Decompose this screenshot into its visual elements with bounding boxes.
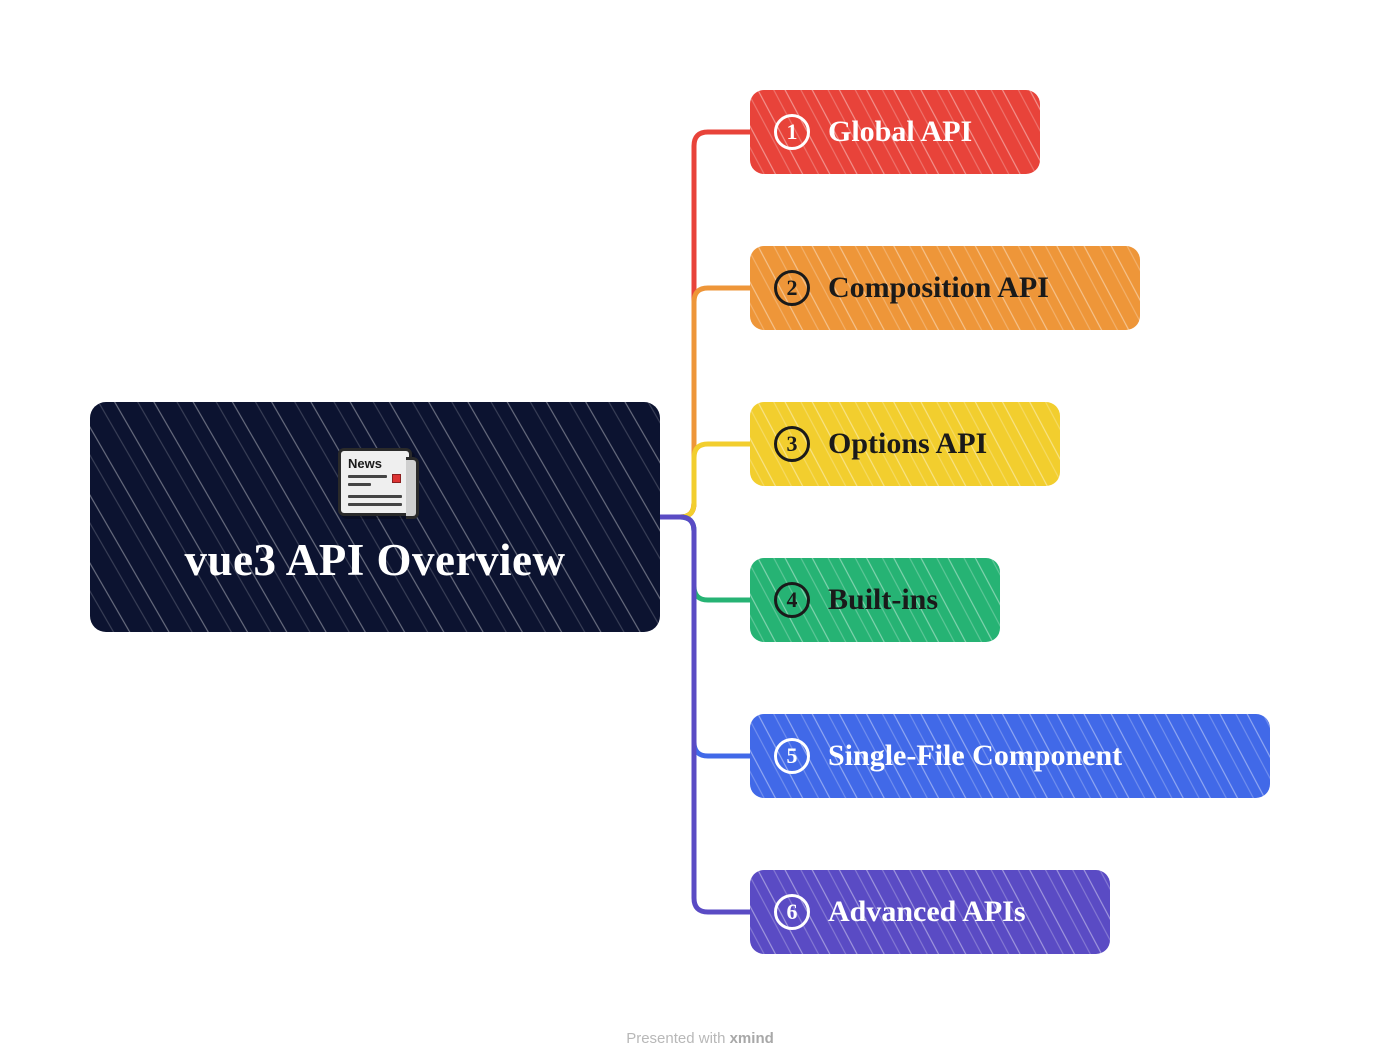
root-node[interactable]: News vue3 API Overview — [90, 402, 660, 632]
branch-number: 3 — [774, 426, 810, 462]
branch-number: 4 — [774, 582, 810, 618]
footer-brand: xmind — [730, 1030, 774, 1047]
branch-label: Global API — [828, 115, 972, 149]
root-title: vue3 API Overview — [185, 534, 566, 586]
branch-node-single-file-component[interactable]: 5 Single-File Component — [750, 714, 1270, 798]
branch-number: 5 — [774, 738, 810, 774]
branch-label: Single-File Component — [828, 739, 1122, 773]
newspaper-icon: News — [338, 448, 412, 516]
branch-label: Composition API — [828, 271, 1049, 305]
branch-label: Built-ins — [828, 583, 938, 617]
footer-prefix: Presented with — [626, 1030, 729, 1047]
branch-node-built-ins[interactable]: 4 Built-ins — [750, 558, 1000, 642]
branch-label: Advanced APIs — [828, 895, 1026, 929]
branch-number: 6 — [774, 894, 810, 930]
branch-node-composition-api[interactable]: 2 Composition API — [750, 246, 1140, 330]
branch-number: 1 — [774, 114, 810, 150]
branch-number: 2 — [774, 270, 810, 306]
branch-node-advanced-apis[interactable]: 6 Advanced APIs — [750, 870, 1110, 954]
footer-attribution: Presented with xmind — [0, 1030, 1400, 1047]
branch-node-options-api[interactable]: 3 Options API — [750, 402, 1060, 486]
branch-label: Options API — [828, 427, 987, 461]
newspaper-icon-label: News — [348, 456, 382, 471]
branch-node-global-api[interactable]: 1 Global API — [750, 90, 1040, 174]
